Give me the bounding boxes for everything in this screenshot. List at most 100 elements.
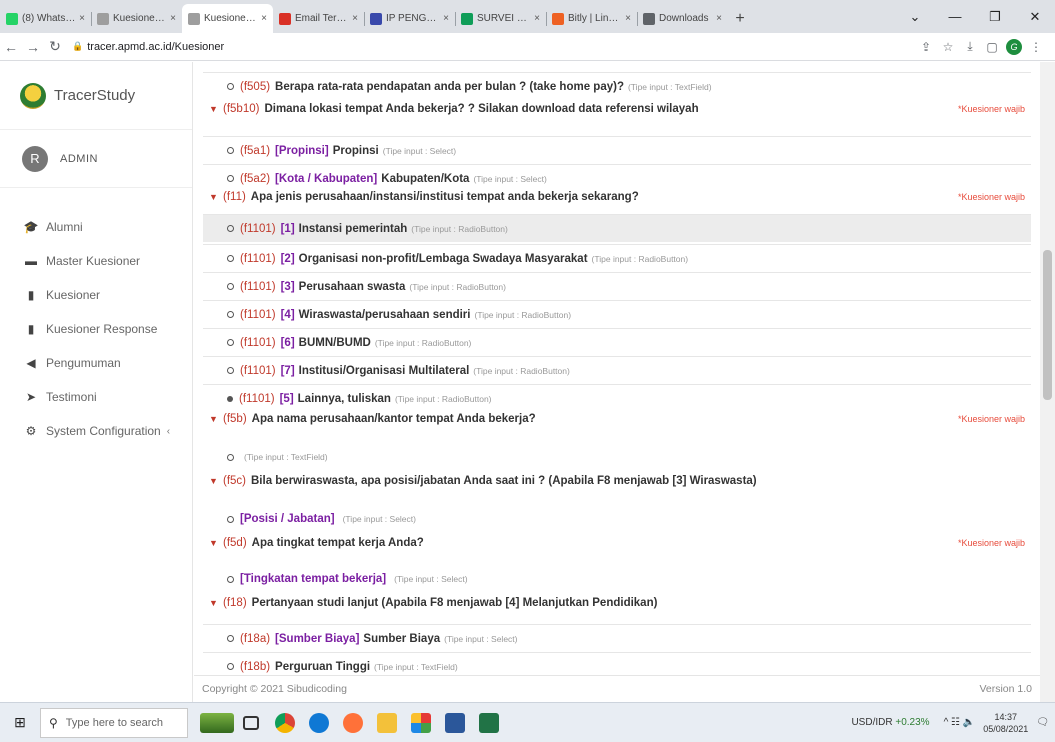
- reload-icon[interactable]: ↻: [44, 38, 66, 55]
- file-explorer-icon[interactable]: [370, 703, 404, 742]
- tab-close-icon[interactable]: ×: [534, 13, 540, 24]
- minimize-icon[interactable]: —: [935, 0, 975, 33]
- star-icon[interactable]: ☆: [937, 40, 959, 54]
- tab-close-icon[interactable]: ×: [79, 13, 85, 24]
- windows-start-icon[interactable]: ⊞: [0, 703, 40, 742]
- back-icon[interactable]: ←: [0, 39, 22, 55]
- profile-avatar[interactable]: G: [1003, 38, 1025, 55]
- network-icon[interactable]: ☷: [951, 717, 960, 728]
- question-section[interactable]: ▼ (f11) Apa jenis perusahaan/instansi/inst…: [203, 186, 1031, 208]
- bullet-circle-icon: [227, 453, 234, 461]
- question-item[interactable]: (f18a) [Sumber Biaya] Sumber Biaya (Tipe in…: [203, 624, 1031, 652]
- sidebar-item-kuesioner[interactable]: ▮ Kuesioner: [0, 278, 192, 312]
- question-item[interactable]: (f1101) [2] Organisasi non-profit/Lembaga …: [203, 244, 1031, 272]
- bullet-circle-icon: [227, 255, 234, 262]
- question-item[interactable]: (f1101) [6] BUMN/BUMD (Tipe input : RadioBu…: [203, 328, 1031, 356]
- word-icon[interactable]: [438, 703, 472, 742]
- search-icon: ⚲: [49, 715, 58, 730]
- tab-label: Email Terkirim: [295, 13, 350, 24]
- question-tag: [6]: [280, 336, 295, 349]
- brand[interactable]: TracerStudy: [0, 62, 192, 130]
- question-code: (f5a1): [240, 144, 271, 157]
- menu-dots-icon[interactable]: ⋮: [1025, 40, 1047, 54]
- question-item[interactable]: (f1101) [1] Instansi pemerintah (Tipe input…: [203, 214, 1031, 242]
- sidebar-item-kuesioner-response[interactable]: ▮ Kuesioner Response: [0, 312, 192, 346]
- question-section[interactable]: ▼ (f18) Pertanyaan studi lanjut (Apabila F…: [203, 592, 1031, 614]
- taskbar-search[interactable]: ⚲ Type here to search: [40, 707, 188, 738]
- bullet-circle-icon: [227, 225, 234, 232]
- question-item[interactable]: (f5a1) [Propinsi] Propinsi (Tipe input : Se…: [203, 136, 1031, 164]
- restore-icon[interactable]: ❐: [975, 0, 1015, 33]
- new-tab-button[interactable]: +: [728, 4, 752, 33]
- url-field[interactable]: 🔒 tracer.apmd.ac.id/Kuesioner: [72, 37, 812, 57]
- excel-icon[interactable]: [472, 703, 506, 742]
- browser-tab[interactable]: (8) WhatsApp×: [0, 4, 91, 33]
- edge-icon[interactable]: [302, 703, 336, 742]
- browser-tab[interactable]: Kuesioner Resp×: [91, 4, 182, 33]
- question-item[interactable]: [Posisi / Jabatan] (Tipe input : Select): [203, 508, 1031, 530]
- question-tag: [Tingkatan tempat bekerja]: [240, 573, 387, 585]
- bullet-circle-icon: [227, 83, 234, 90]
- close-icon[interactable]: ✕: [1015, 0, 1055, 33]
- question-section[interactable]: ▼ (f5d) Apa tingkat tempat kerja Anda? *Kue…: [203, 532, 1031, 554]
- question-text: Sumber Biaya: [363, 632, 441, 645]
- browser-tab[interactable]: IP PENGGUNA×: [364, 4, 455, 33]
- app-grid-icon[interactable]: [404, 703, 438, 742]
- question-item[interactable]: (f18b) Perguruan Tinggi (Tipe input : Text…: [203, 652, 1031, 675]
- question-item[interactable]: (f1101) [7] Institusi/Organisasi Multilate…: [203, 356, 1031, 384]
- question-item[interactable]: (f1101) [3] Perusahaan swasta (Tipe input :…: [203, 272, 1031, 300]
- tab-close-icon[interactable]: ×: [170, 13, 176, 24]
- sidebar-item-pengumuman[interactable]: ◀ Pengumuman: [0, 346, 192, 380]
- cogs-icon: ⚙: [25, 424, 37, 438]
- firefox-icon[interactable]: [336, 703, 370, 742]
- weather-icon[interactable]: [200, 703, 234, 742]
- browser-tab[interactable]: Email Terkirim×: [273, 4, 364, 33]
- sidebar-item-alumni[interactable]: 🎓 Alumni: [0, 210, 192, 244]
- browser-tab[interactable]: Kuesioner - Tra×: [182, 4, 273, 33]
- user-panel[interactable]: R ADMIN: [0, 130, 192, 188]
- tab-favicon-icon: [188, 12, 200, 25]
- question-section[interactable]: ▼ (f5c) Bila berwiraswasta, apa posisi/jab…: [203, 470, 1031, 492]
- sidebar-item-master-kuesioner[interactable]: ▬ Master Kuesioner: [0, 244, 192, 278]
- question-item[interactable]: (f505) Berapa rata-rata pendapatan anda p…: [203, 72, 1031, 100]
- tab-close-icon[interactable]: ×: [443, 13, 449, 24]
- share-icon[interactable]: ⇪: [915, 40, 937, 54]
- tray-chevron-icon[interactable]: ^: [944, 717, 949, 728]
- clock[interactable]: 14:37 05/08/2021: [983, 711, 1028, 735]
- sidebar-item-system-configuration[interactable]: ⚙ System Configuration ‹: [0, 414, 192, 448]
- question-section[interactable]: ▼ (f5b10) Dimana lokasi tempat Anda bekerj…: [203, 98, 1031, 120]
- chevron-down-icon[interactable]: ⌄: [895, 0, 935, 33]
- tab-label: Kuesioner Resp: [113, 13, 167, 24]
- window-icon[interactable]: ▢: [981, 40, 1003, 54]
- tab-close-icon[interactable]: ×: [261, 13, 267, 24]
- tab-close-icon[interactable]: ×: [625, 13, 631, 24]
- bullet-circle-icon: [227, 663, 234, 670]
- question-tag: [Posisi / Jabatan]: [240, 513, 335, 525]
- question-text: Wiraswasta/perusahaan sendiri: [298, 308, 471, 321]
- scrollbar-thumb[interactable]: [1043, 250, 1052, 400]
- forward-icon[interactable]: →: [22, 39, 44, 55]
- question-item[interactable]: (f1101) [4] Wiraswasta/perusahaan sendiri(…: [203, 300, 1031, 328]
- question-item[interactable]: [Tingkatan tempat bekerja] (Tipe input : …: [203, 568, 1031, 590]
- file-text-icon: ▮: [27, 322, 35, 336]
- tab-favicon-icon: [97, 12, 109, 25]
- task-view-icon[interactable]: [234, 703, 268, 742]
- question-tag: [Sumber Biaya]: [275, 632, 360, 645]
- chrome-icon[interactable]: [268, 703, 302, 742]
- question-code: (f1101): [240, 308, 276, 321]
- tab-close-icon[interactable]: ×: [716, 13, 722, 24]
- question-item[interactable]: (Tipe input : TextField): [203, 446, 1031, 468]
- volume-icon[interactable]: 🔈: [963, 717, 975, 728]
- browser-tab[interactable]: Downloads ×: [637, 4, 728, 33]
- bullet-circle-icon: [227, 147, 234, 154]
- question-section[interactable]: ▼ (f5b) Apa nama perusahaan/kantor tempat …: [203, 408, 1031, 430]
- browser-tab[interactable]: Bitly | Link Man×: [546, 4, 637, 33]
- tab-close-icon[interactable]: ×: [352, 13, 358, 24]
- url-text: tracer.apmd.ac.id/Kuesioner: [87, 40, 225, 53]
- question-text: Apa tingkat tempat kerja Anda?: [251, 537, 424, 549]
- browser-tab[interactable]: SURVEI PENGG×: [455, 4, 546, 33]
- sidebar-item-testimoni[interactable]: ➤ Testimoni: [0, 380, 192, 414]
- download-icon[interactable]: ⤓: [959, 39, 981, 54]
- notification-icon[interactable]: 🗨: [1036, 717, 1049, 728]
- stock-ticker[interactable]: USD/IDR +0.23%: [851, 717, 929, 728]
